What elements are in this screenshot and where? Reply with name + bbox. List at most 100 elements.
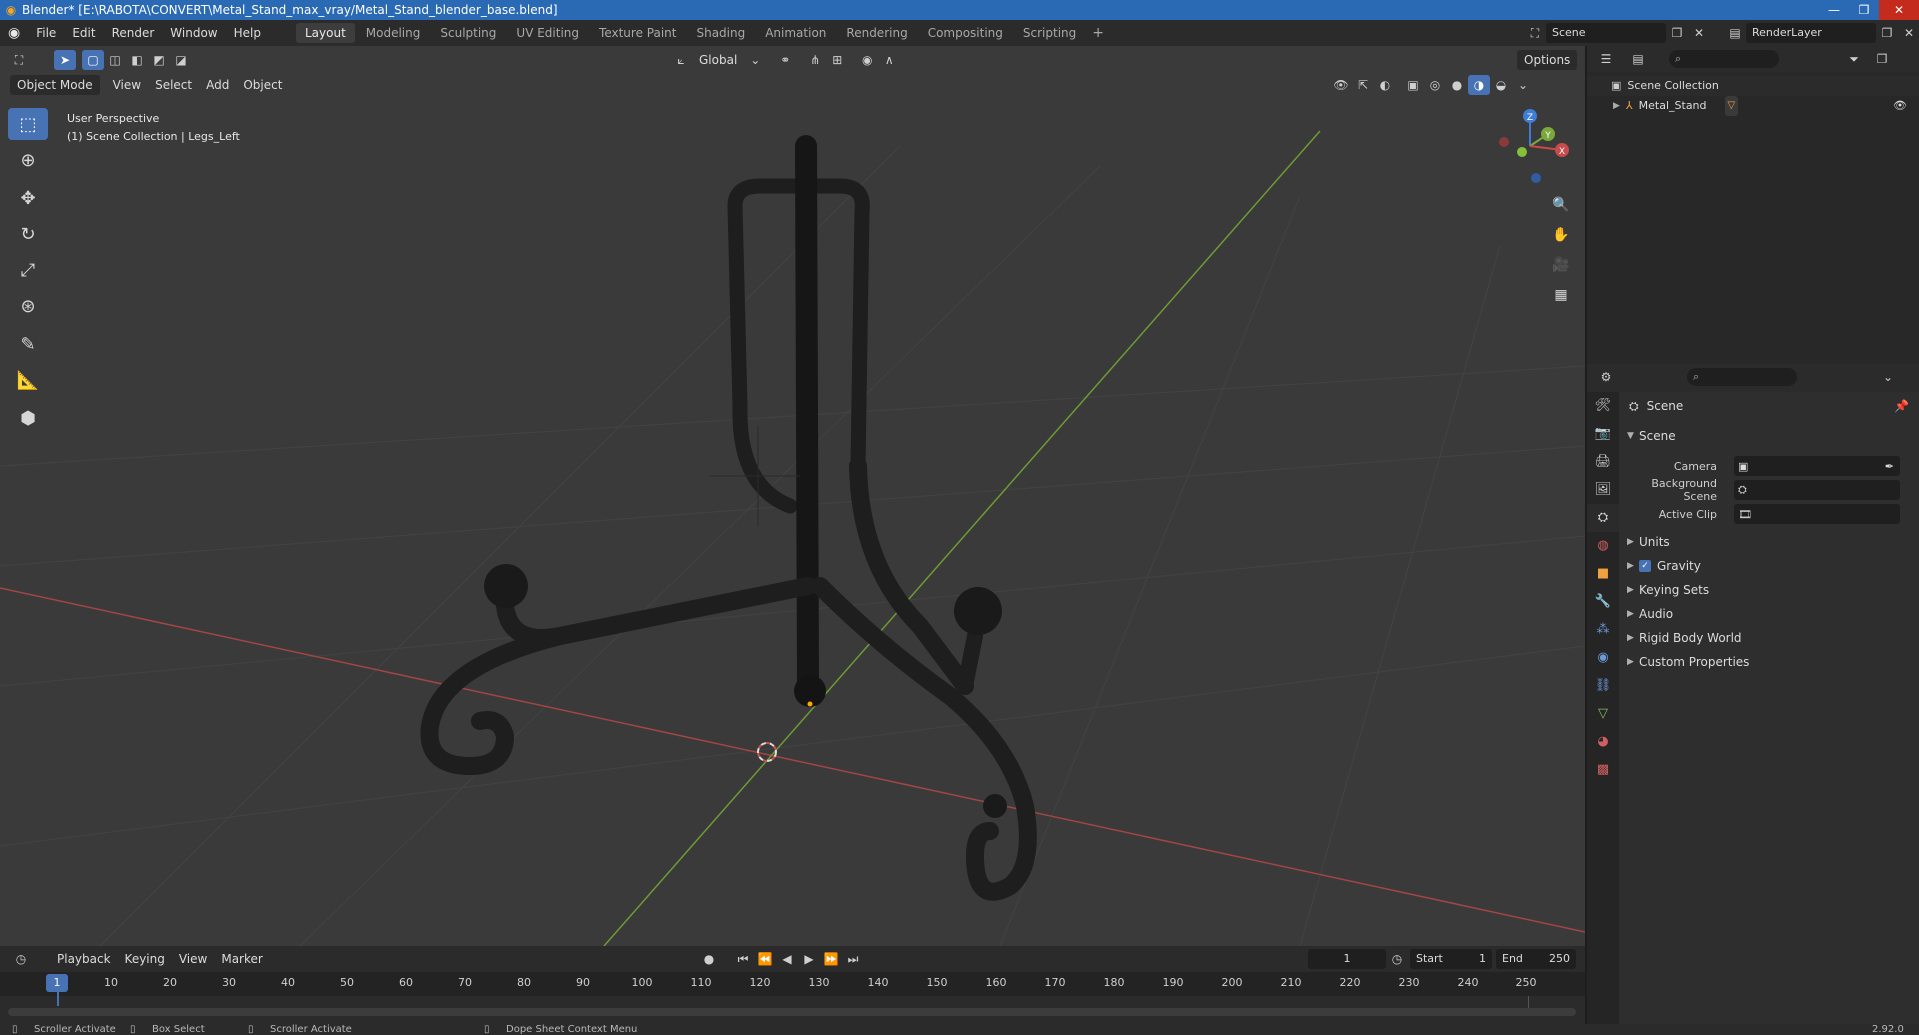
material-tab-icon[interactable]: ◕ xyxy=(1587,728,1619,756)
scene-tab-icon[interactable]: ⛭ xyxy=(1587,504,1619,532)
camera-field[interactable]: ▣ ✒ xyxy=(1734,456,1900,476)
new-view-layer-icon[interactable]: ❐ xyxy=(1876,23,1898,43)
timeline-menu-keying[interactable]: Keying xyxy=(118,949,172,969)
select-tool-icon[interactable]: ➤ xyxy=(54,50,76,70)
workspace-tab-modeling[interactable]: Modeling xyxy=(357,23,430,43)
view-layer-browse-icon[interactable]: ▤ xyxy=(1724,23,1746,43)
panel-header-custom-properties[interactable]: ▶ Custom Properties xyxy=(1619,650,1919,674)
transform-tool-icon[interactable]: ⊛ xyxy=(8,290,48,322)
annotate-tool-icon[interactable]: ✎ xyxy=(8,328,48,360)
scene-browse-icon[interactable]: ⛶ xyxy=(1524,23,1546,43)
view-layer-tab-icon[interactable]: 🖼 xyxy=(1587,476,1619,504)
falloff-icon[interactable]: ∧ xyxy=(878,50,900,70)
visibility-icon[interactable]: 👁 xyxy=(1330,75,1352,95)
viewport-menu-add[interactable]: Add xyxy=(199,75,236,95)
menu-help[interactable]: Help xyxy=(226,20,269,46)
workspace-tab-texture-paint[interactable]: Texture Paint xyxy=(590,23,685,43)
zoom-icon[interactable]: 🔍 xyxy=(1548,192,1574,218)
physics-tab-icon[interactable]: ◉ xyxy=(1587,644,1619,672)
delete-scene-icon[interactable]: ✕ xyxy=(1688,23,1710,43)
object-mode-dropdown[interactable]: Object Mode xyxy=(10,75,100,95)
data-tab-icon[interactable]: ▽ xyxy=(1587,700,1619,728)
particles-tab-icon[interactable]: ⁂ xyxy=(1587,616,1619,644)
auto-keying-icon[interactable]: ● xyxy=(698,949,720,969)
pin-icon[interactable]: 📌 xyxy=(1894,399,1909,413)
cursor-tool-icon[interactable]: ⊕ xyxy=(8,144,48,176)
add-workspace-button[interactable]: + xyxy=(1086,25,1110,41)
xray-icon[interactable]: ▣ xyxy=(1402,75,1424,95)
menu-render[interactable]: Render xyxy=(104,20,163,46)
current-frame-field[interactable]: 1 xyxy=(1308,949,1386,969)
pan-hand-icon[interactable]: ✋ xyxy=(1548,222,1574,248)
world-tab-icon[interactable]: ◍ xyxy=(1587,532,1619,560)
panel-header-rigid-body-world[interactable]: ▶ Rigid Body World xyxy=(1619,626,1919,650)
overlays-icon[interactable]: ◐ xyxy=(1374,75,1396,95)
jump-start-icon[interactable]: ⏮ xyxy=(732,949,754,969)
properties-editor-type-icon[interactable]: ⚙ xyxy=(1595,367,1617,387)
end-frame-field[interactable]: End 250 xyxy=(1496,949,1576,969)
timeline-menu-marker[interactable]: Marker xyxy=(214,949,269,969)
panel-header-scene[interactable]: ▼ Scene xyxy=(1619,424,1919,448)
viewport-menu-view[interactable]: View xyxy=(106,75,148,95)
shading-material-icon[interactable]: ◑ xyxy=(1468,75,1490,95)
3d-viewport[interactable]: ⛶ ➤ ▢ ◫ ◧ ◩ ◪ ⟀ Global ⌄ ⚭ ⋔ ⊞ ◉ ∧ Optio… xyxy=(0,46,1585,946)
select-mode-subtract-icon[interactable]: ◧ xyxy=(126,50,148,70)
select-mode-new-icon[interactable]: ▢ xyxy=(82,50,104,70)
pivot-point-icon[interactable]: ⚭ xyxy=(774,50,796,70)
eyedropper-icon[interactable]: ✒ xyxy=(1885,460,1894,473)
play-icon[interactable]: ▶ xyxy=(798,949,820,969)
maximize-button[interactable]: ❐ xyxy=(1849,0,1879,20)
timeline-scrollbar[interactable] xyxy=(8,1008,1576,1016)
timeline-menu-view[interactable]: View xyxy=(172,949,214,969)
start-frame-field[interactable]: Start 1 xyxy=(1410,949,1492,969)
navigation-gizmo[interactable]: Z Y X xyxy=(1490,106,1570,186)
timeline-ruler[interactable]: 1 10 20 30 40 50 60 70 80 90 100 110 120… xyxy=(0,972,1585,1006)
delete-view-layer-icon[interactable]: ✕ xyxy=(1898,23,1919,43)
outliner-editor-type-icon[interactable]: ☰ xyxy=(1595,49,1617,69)
outliner-row-metal-stand[interactable]: ▶ ⅄ Metal_Stand ▽ 👁 xyxy=(1587,96,1919,116)
snap-target-icon[interactable]: ⊞ xyxy=(826,50,848,70)
jump-keyframe-back-icon[interactable]: ⏪ xyxy=(754,949,776,969)
chevron-down-icon[interactable]: ⌄ xyxy=(1877,367,1899,387)
select-box-tool-icon[interactable]: ⬚ xyxy=(8,108,48,140)
workspace-tab-animation[interactable]: Animation xyxy=(756,23,835,43)
outliner-row-scene-collection[interactable]: ▣ Scene Collection xyxy=(1587,76,1919,96)
proportional-edit-icon[interactable]: ◉ xyxy=(856,50,878,70)
workspace-tab-rendering[interactable]: Rendering xyxy=(837,23,916,43)
select-mode-invert-icon[interactable]: ◩ xyxy=(148,50,170,70)
close-button[interactable]: ✕ xyxy=(1879,0,1919,20)
options-dropdown[interactable]: Options xyxy=(1517,50,1578,70)
filter-icon[interactable]: ⏷ xyxy=(1843,49,1865,69)
active-clip-field[interactable]: 🎞 xyxy=(1734,504,1900,524)
metal-stand-model[interactable] xyxy=(420,135,1037,901)
workspace-tab-layout[interactable]: Layout xyxy=(295,23,355,43)
properties-search-input[interactable]: ⌕ xyxy=(1687,368,1797,386)
timeline-editor-type-icon[interactable]: ◷ xyxy=(10,949,32,969)
workspace-tab-uv-editing[interactable]: UV Editing xyxy=(507,23,588,43)
output-tab-icon[interactable]: 🖨 xyxy=(1587,448,1619,476)
move-tool-icon[interactable]: ✥ xyxy=(8,182,48,214)
minimize-button[interactable]: — xyxy=(1819,0,1849,20)
tool-tab-icon[interactable]: 🛠 xyxy=(1587,392,1619,420)
new-collection-icon[interactable]: ❐ xyxy=(1871,49,1893,69)
workspace-tab-shading[interactable]: Shading xyxy=(687,23,754,43)
modifiers-tab-icon[interactable]: 🔧 xyxy=(1587,588,1619,616)
new-scene-icon[interactable]: ❐ xyxy=(1666,23,1688,43)
menu-edit[interactable]: Edit xyxy=(64,20,103,46)
menu-file[interactable]: File xyxy=(28,20,64,46)
workspace-tab-sculpting[interactable]: Sculpting xyxy=(431,23,505,43)
scene-name-field[interactable]: Scene xyxy=(1546,23,1666,43)
jump-end-icon[interactable]: ⏭ xyxy=(842,949,864,969)
shading-solid-icon[interactable]: ● xyxy=(1446,75,1468,95)
workspace-tab-compositing[interactable]: Compositing xyxy=(919,23,1012,43)
gizmo-toggle-icon[interactable]: ⇱ xyxy=(1352,75,1374,95)
panel-header-gravity[interactable]: ▶ ✓ Gravity xyxy=(1619,554,1919,578)
expand-arrow-icon[interactable]: ▶ xyxy=(1613,96,1620,116)
viewport-menu-object[interactable]: Object xyxy=(236,75,289,95)
render-tab-icon[interactable]: 📷 xyxy=(1587,420,1619,448)
scale-tool-icon[interactable]: ⤢ xyxy=(8,254,48,286)
select-mode-extend-icon[interactable]: ◫ xyxy=(104,50,126,70)
panel-header-keying-sets[interactable]: ▶ Keying Sets xyxy=(1619,578,1919,602)
constraints-tab-icon[interactable]: ⛓ xyxy=(1587,672,1619,700)
select-mode-intersect-icon[interactable]: ◪ xyxy=(170,50,192,70)
